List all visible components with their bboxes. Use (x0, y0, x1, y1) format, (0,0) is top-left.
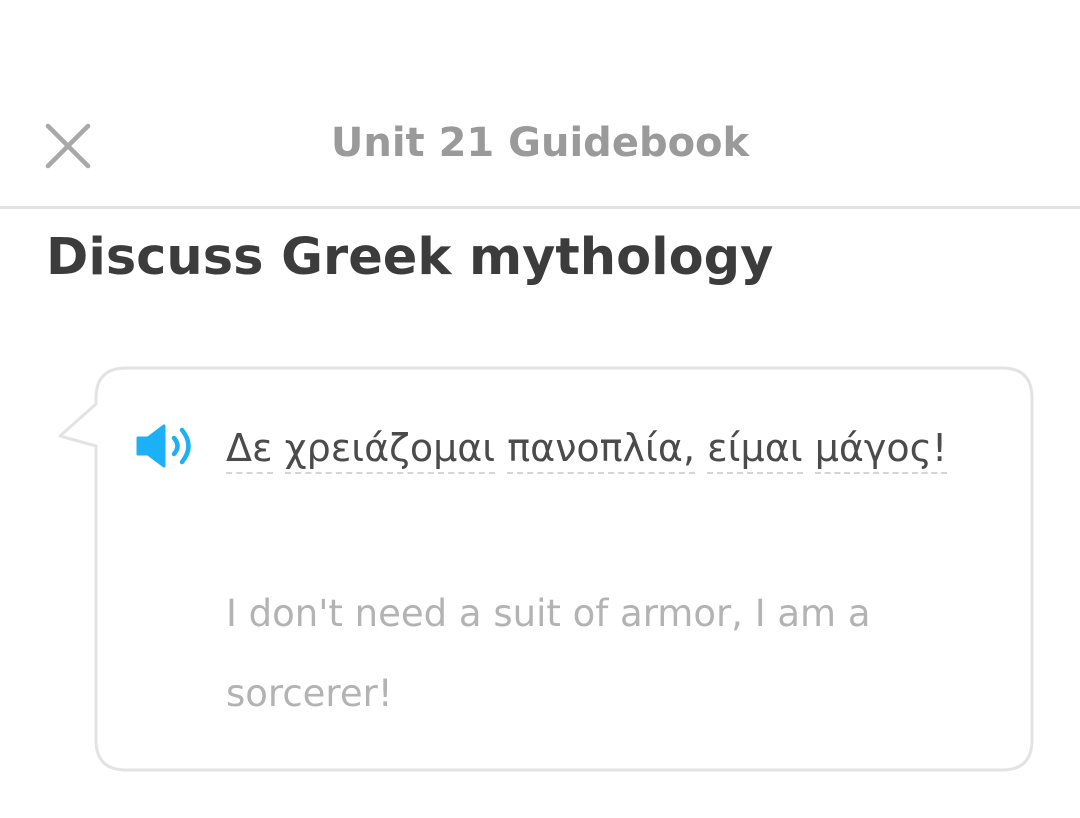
page-title: Unit 21 Guidebook (330, 120, 750, 166)
header-divider (0, 206, 1080, 209)
greek-word[interactable]: πανοπλία, (507, 426, 696, 474)
guidebook-page: Unit 21 Guidebook Discuss Greek mytholog… (0, 0, 1080, 818)
greek-word[interactable]: μάγος! (814, 426, 948, 474)
header: Unit 21 Guidebook (0, 96, 1080, 208)
english-translation: I don't need a suit of armor, I am a sor… (226, 592, 871, 715)
greek-word[interactable]: Δε (226, 426, 273, 474)
greek-word[interactable]: χρειάζομαι (284, 426, 496, 474)
greek-sentence: Δε χρειάζομαι πανοπλία, είμαι μάγος! (226, 406, 986, 490)
greek-word[interactable]: είμαι (707, 426, 803, 474)
section-title: Discuss Greek mythology (46, 228, 774, 287)
phrase-card: Δε χρειάζομαι πανοπλία, είμαι μάγος! I d… (54, 366, 1034, 772)
speaker-icon[interactable] (134, 422, 204, 470)
